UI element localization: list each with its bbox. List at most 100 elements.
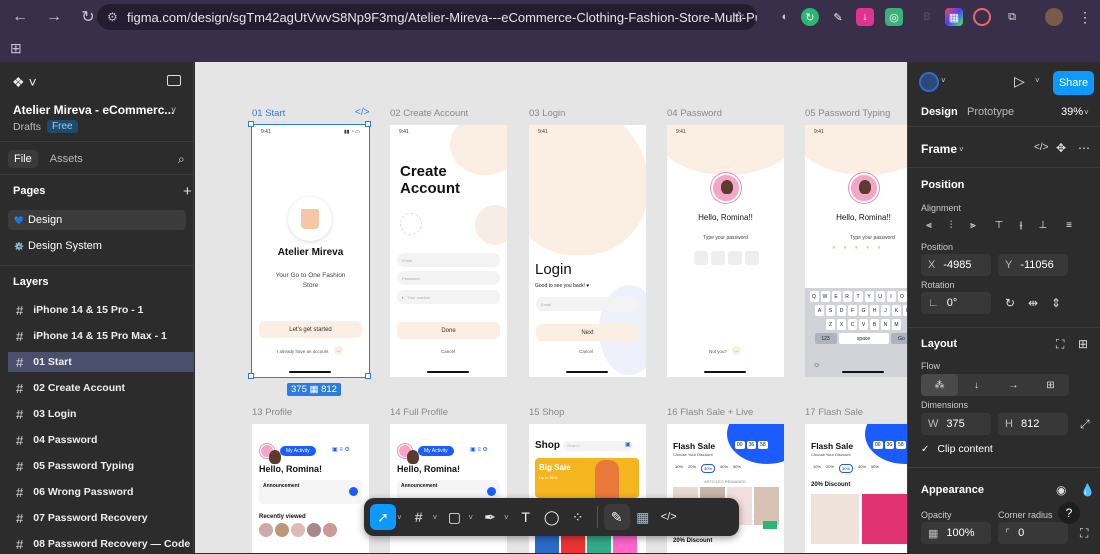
- frame-type-label[interactable]: Frame: [921, 142, 957, 156]
- layer-item[interactable]: #04 Password: [8, 430, 194, 450]
- extension-icon-4[interactable]: B: [918, 8, 936, 26]
- visibility-eye-icon[interactable]: ◉: [1056, 483, 1066, 497]
- align-top-icon[interactable]: ⊤: [991, 217, 1007, 233]
- drafts-label[interactable]: Drafts: [13, 121, 41, 133]
- resize-handle-bl[interactable]: [248, 373, 254, 379]
- layer-item[interactable]: # iPhone 14 & 15 Pro - 1: [8, 300, 194, 320]
- clip-content-checkbox[interactable]: ✓ Clip content: [921, 443, 993, 455]
- frame-label-16[interactable]: 16 Flash Sale + Live: [667, 407, 753, 418]
- arrow-circle-icon[interactable]: [349, 487, 358, 496]
- resize-handle-br[interactable]: [365, 373, 371, 379]
- eyedropper-icon[interactable]: ✎: [829, 8, 847, 26]
- extensions-puzzle-icon[interactable]: ⧉: [1003, 8, 1021, 26]
- height-input[interactable]: H 812: [998, 413, 1068, 435]
- layer-item[interactable]: #06 Wrong Password: [8, 482, 194, 502]
- extension-icon-3[interactable]: ◎: [885, 8, 903, 26]
- extension-icon-1[interactable]: ◐: [776, 8, 794, 26]
- flow-grid-icon[interactable]: ⊞: [1032, 374, 1069, 396]
- frame-label-13[interactable]: 13 Profile: [252, 407, 292, 418]
- frame-label-03[interactable]: 03 Login: [529, 108, 565, 119]
- cancel-link[interactable]: Cancel: [579, 349, 593, 354]
- share-button[interactable]: Share: [1053, 71, 1094, 95]
- extension-icon-2[interactable]: ↻: [801, 8, 819, 26]
- my-activity-button[interactable]: My Activity: [280, 446, 316, 456]
- rotation-input[interactable]: ∟ 0°: [921, 292, 991, 314]
- key[interactable]: W: [820, 291, 830, 302]
- big-sale-banner[interactable]: Big Sale Up to 50%: [535, 458, 639, 498]
- done-button[interactable]: Done: [397, 322, 500, 339]
- tab-design[interactable]: Design: [921, 106, 958, 118]
- key[interactable]: H: [870, 305, 879, 316]
- frame-tool-icon[interactable]: #: [406, 504, 432, 530]
- go-key[interactable]: Go: [890, 333, 907, 344]
- actions-tool-icon[interactable]: ⁘: [565, 504, 591, 530]
- site-settings-icon[interactable]: ⚙: [107, 10, 118, 24]
- key[interactable]: N: [881, 319, 890, 330]
- move-tool-icon[interactable]: ➚: [370, 504, 396, 530]
- align-right-icon[interactable]: ⫸: [965, 217, 981, 233]
- my-activity-button[interactable]: My Activity: [418, 446, 454, 456]
- apps-grid-icon[interactable]: ⊞: [10, 40, 22, 57]
- key[interactable]: K: [892, 305, 901, 316]
- auto-layout-icon[interactable]: ⛶: [1056, 337, 1064, 352]
- layer-item[interactable]: #08 Password Recovery — Code: [8, 534, 194, 554]
- key[interactable]: I: [886, 291, 896, 302]
- dev-mode-icon[interactable]: </>: [656, 504, 682, 530]
- design-mode-icon[interactable]: ▦: [630, 504, 656, 530]
- key[interactable]: V: [859, 319, 868, 330]
- bookmark-star-icon[interactable]: ☆: [732, 8, 745, 25]
- frame-02-create-account[interactable]: 9:41 Create Account Email Password ▪ Your…: [390, 125, 507, 377]
- align-center-h-icon[interactable]: ⫶: [943, 217, 959, 233]
- present-play-icon[interactable]: ▷: [1014, 73, 1025, 90]
- add-page-icon[interactable]: +: [183, 183, 192, 200]
- flip-vertical-icon[interactable]: ⇕: [1051, 296, 1061, 310]
- frame-05-password-typing[interactable]: 9:41 Hello, Romina!! Type your password …: [805, 125, 907, 377]
- arrow-circle-icon[interactable]: [487, 487, 496, 496]
- frame-label-14[interactable]: 14 Full Profile: [390, 407, 448, 418]
- code-icon[interactable]: </>: [355, 107, 369, 118]
- key[interactable]: Y: [864, 291, 874, 302]
- arrow-right-icon[interactable]: →: [732, 346, 741, 355]
- frame-17-flash-sale[interactable]: Flash Sale Choose Your Discount 00 36 58…: [805, 424, 907, 553]
- align-middle-v-icon[interactable]: ⫲: [1013, 217, 1029, 233]
- phone-field[interactable]: ▪ Your number: [397, 290, 500, 304]
- browser-menu-icon[interactable]: ⋮: [1076, 8, 1094, 26]
- frame-label-05[interactable]: 05 Password Typing: [805, 108, 890, 119]
- discount-chip[interactable]: 30%: [839, 464, 854, 473]
- camera-upload-icon[interactable]: [400, 213, 422, 235]
- key[interactable]: C: [848, 319, 857, 330]
- download-extension-icon[interactable]: ↓: [856, 8, 874, 26]
- layout-grid-icon[interactable]: ⊞: [1078, 337, 1088, 351]
- flow-vertical-icon[interactable]: ↓: [958, 374, 995, 396]
- resize-handle-tr[interactable]: [365, 121, 371, 127]
- extension-icon-5[interactable]: ▦: [945, 8, 963, 26]
- frame-label-04[interactable]: 04 Password: [667, 108, 722, 119]
- frame-label-02[interactable]: 02 Create Account: [390, 108, 468, 119]
- x-position-input[interactable]: X -4985: [921, 254, 991, 276]
- key[interactable]: D: [837, 305, 846, 316]
- opacity-input[interactable]: ▦ 100%: [921, 522, 991, 544]
- user-avatar[interactable]: [919, 72, 939, 92]
- flow-selector[interactable]: ⁂ ↓ → ⊞: [921, 374, 1069, 396]
- key[interactable]: F: [848, 305, 857, 316]
- rectangle-tool-icon[interactable]: ▢: [441, 504, 467, 530]
- numbers-key[interactable]: 123: [814, 333, 837, 344]
- chevron-down-icon[interactable]: ˅: [468, 513, 473, 522]
- layer-item[interactable]: #01 Start: [8, 352, 194, 372]
- cancel-link[interactable]: Cancel: [441, 349, 455, 354]
- key[interactable]: O: [897, 291, 907, 302]
- extension-icon-6[interactable]: [973, 8, 991, 26]
- y-position-input[interactable]: Y -11056: [998, 254, 1068, 276]
- layer-item[interactable]: #03 Login: [8, 404, 194, 424]
- shop-search[interactable]: Search: [563, 441, 633, 451]
- distribute-icon[interactable]: ≡: [1061, 217, 1077, 233]
- draw-mode-icon[interactable]: ✎: [603, 504, 630, 530]
- chevron-down-icon[interactable]: ˅: [397, 513, 402, 522]
- tab-file[interactable]: File: [8, 150, 38, 168]
- frame-04-password[interactable]: 9:41 Hello, Romina!! Type your password …: [667, 125, 784, 377]
- page-item-design[interactable]: 💙 Design: [8, 210, 186, 230]
- discount-chip[interactable]: 20%: [826, 464, 834, 473]
- key[interactable]: T: [853, 291, 863, 302]
- rotate-icon[interactable]: ↻: [1005, 296, 1015, 310]
- zoom-level[interactable]: 39%: [1061, 106, 1083, 118]
